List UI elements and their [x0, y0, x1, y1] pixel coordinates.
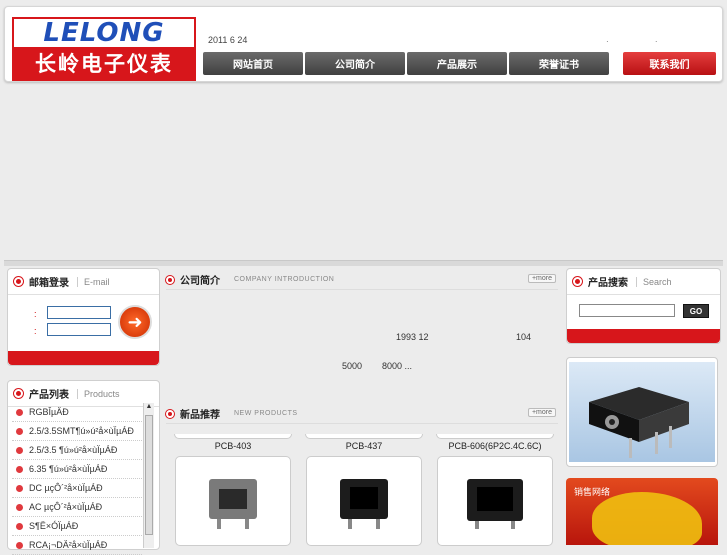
main-nav: 网站首页 公司简介 产品展示 荣誉证书 联系我们: [203, 52, 716, 75]
list-item[interactable]: 6.35 ¶ú»ú²å×ùÏµÁÐ: [12, 460, 142, 479]
scroll-up-icon[interactable]: ▲: [144, 403, 154, 415]
list-item[interactable]: RGBÎµÄÐ: [12, 403, 142, 422]
intro-area: 5000: [342, 361, 363, 371]
bullet-icon: [16, 522, 23, 530]
products-title: 产品列表: [29, 390, 69, 401]
product-name[interactable]: PCB-606(6P2C.4C.6C): [428, 441, 562, 451]
intro-year: 1993 12: [396, 332, 429, 342]
arrow-right-icon: ➜: [127, 311, 143, 332]
bullet-icon: [16, 446, 23, 454]
rj-jack-icon: [209, 479, 257, 529]
featured-product-photo[interactable]: [566, 357, 718, 467]
company-logo[interactable]: LELONG 长岭电子仪表: [12, 17, 196, 81]
product-image[interactable]: [306, 456, 422, 546]
intro-more-link[interactable]: +more: [527, 274, 556, 283]
username-label: :: [34, 309, 37, 319]
search-footer-bar: [567, 329, 720, 343]
list-item[interactable]: DC µçÔ´²å×ùÏµÁÐ: [12, 479, 142, 498]
list-item[interactable]: RCA¡¬DÄ²å×ùÏµÁÐ: [12, 536, 142, 555]
product-name[interactable]: PCB-437: [305, 441, 423, 451]
audio-jack-icon: [589, 387, 689, 458]
bullet-icon: [16, 541, 23, 549]
pin-icon: [14, 389, 23, 398]
rj-jack-icon: [340, 479, 388, 529]
bullet-icon: [16, 427, 23, 435]
bullet-icon: [16, 408, 23, 416]
logo-text-en: LELONG: [43, 18, 165, 48]
rj-jack-icon: [467, 479, 523, 529]
username-input[interactable]: [47, 306, 111, 319]
list-item[interactable]: S¶Ë×ÓÏµÁÐ: [12, 517, 142, 536]
bullet-icon: [16, 465, 23, 473]
product-list-panel: 产品列表 Products RGBÎµÄÐ 2.5/3.5SMT¶ú»ú²å×ùÏ…: [7, 380, 160, 555]
pin-icon: [166, 409, 174, 418]
sales-network-map[interactable]: 销售网络: [566, 478, 718, 545]
pin-icon: [573, 277, 582, 286]
intro-title: 公司简介: [180, 276, 220, 287]
sales-network-label: 销售网络: [574, 487, 611, 497]
newprod-more-link[interactable]: +more: [527, 408, 556, 417]
product-image[interactable]: [437, 456, 553, 546]
date-text: 2011 6 24: [208, 35, 248, 45]
newprod-subtitle: NEW PRODUCTS: [234, 410, 298, 417]
password-input[interactable]: [47, 323, 111, 336]
intro-area2: 8000 ...: [382, 361, 413, 371]
product-name[interactable]: PCB-403: [174, 441, 292, 451]
nav-contact[interactable]: 联系我们: [623, 52, 716, 75]
login-panel: 邮箱登录 E-mail : : ➜: [7, 268, 160, 366]
list-item[interactable]: 2.5/3.5 ¶ú»ú²å×ùÏµÁÐ: [12, 441, 142, 460]
login-title: 邮箱登录: [29, 278, 69, 289]
nav-about[interactable]: 公司简介: [305, 52, 405, 75]
password-label: :: [34, 326, 37, 336]
bullet-icon: [16, 503, 23, 511]
login-subtitle: E-mail: [77, 276, 110, 287]
new-products-section: 新品推荐 NEW PRODUCTS +more PCB-403 PCB-437 PC…: [166, 404, 558, 546]
intro-subtitle: COMPANY INTRODUCTION: [234, 276, 335, 283]
products-subtitle: Products: [77, 388, 120, 399]
list-item[interactable]: AC µçÔ´²å×ùÏµÁÐ: [12, 498, 142, 517]
search-input[interactable]: [579, 304, 675, 317]
company-intro-section: 公司简介 COMPANY INTRODUCTION +more 1993 12 10…: [166, 270, 558, 380]
nav-home[interactable]: 网站首页: [203, 52, 303, 75]
newprod-title: 新品推荐: [180, 410, 220, 421]
logo-text-cn: 长岭电子仪表: [35, 52, 173, 76]
login-footer-bar: [8, 351, 159, 365]
login-button[interactable]: ➜: [118, 305, 152, 339]
nav-certificates[interactable]: 荣誉证书: [509, 52, 609, 75]
intro-number: 104: [516, 332, 532, 342]
search-go-button[interactable]: GO: [683, 304, 709, 318]
divider-band: [4, 260, 723, 266]
search-panel: 产品搜索 Search GO: [566, 268, 721, 344]
product-list-scrollbar[interactable]: ▲: [143, 403, 154, 548]
header-dots: · ·: [606, 37, 680, 46]
pin-icon: [166, 275, 174, 284]
list-item[interactable]: 2.5/3.5SMT¶ú»ú²å×ùÏµÁÐ: [12, 422, 142, 441]
search-subtitle: Search: [636, 276, 672, 287]
bullet-icon: [16, 484, 23, 492]
china-map-icon: [592, 492, 702, 545]
nav-products[interactable]: 产品展示: [407, 52, 507, 75]
search-title: 产品搜索: [588, 278, 628, 289]
pin-icon: [14, 277, 23, 286]
product-image[interactable]: [175, 456, 291, 546]
